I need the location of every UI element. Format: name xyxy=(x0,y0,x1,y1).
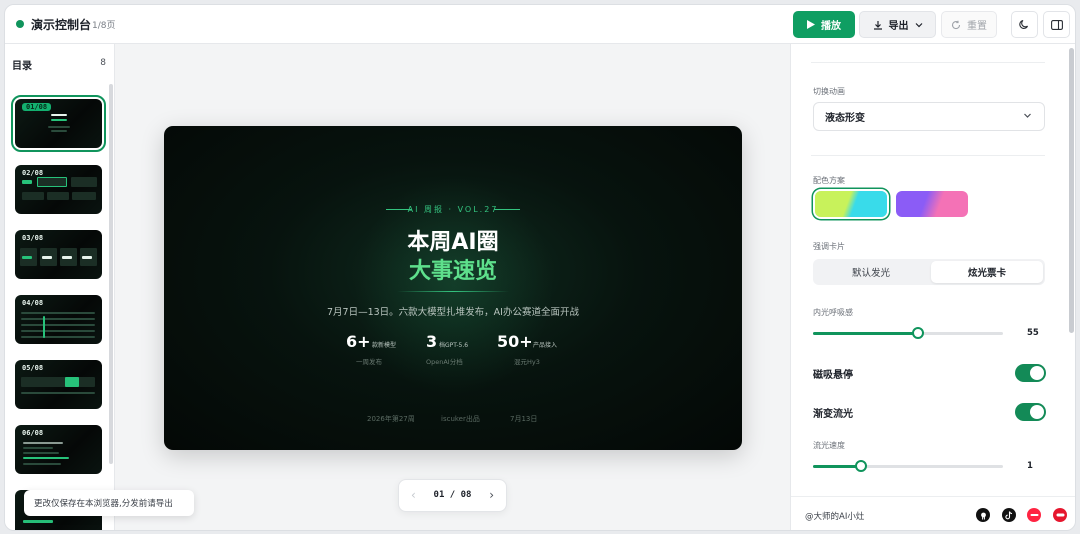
thumb-number: 01/08 xyxy=(22,103,52,111)
thumb-number: 03/08 xyxy=(22,234,44,242)
palette-swatch-lime-cyan[interactable] xyxy=(815,191,887,217)
transition-value: 液态形变 xyxy=(825,113,865,124)
slider-handle[interactable] xyxy=(855,460,867,472)
next-slide-chevron-icon[interactable]: › xyxy=(489,488,494,502)
stat-unit: 产品接入 xyxy=(533,342,558,349)
slider-handle[interactable] xyxy=(912,327,924,339)
slide-footer-date: 7月13日 xyxy=(510,415,538,423)
transition-select[interactable]: 液态形变 xyxy=(813,102,1045,131)
play-icon xyxy=(807,20,815,29)
slide-subtitle: 7月7日—13日。六款大模型扎堆发布，AI办公赛道全面开战 xyxy=(327,307,579,318)
toggle-knob xyxy=(1030,405,1044,419)
palette-swatch-violet-pink[interactable] xyxy=(896,191,968,217)
card-style-segmented: 默认发光 炫光票卡 xyxy=(813,259,1045,285)
panel-footer: @大师的AI小灶 xyxy=(791,496,1075,530)
toc-count: 8 xyxy=(100,58,106,68)
slide-thumb-5[interactable]: 05/08 xyxy=(15,360,102,409)
eyebrow-rule-right xyxy=(494,209,520,210)
gradient-flow-toggle[interactable] xyxy=(1015,403,1046,421)
card-option-default-glow[interactable]: 默认发光 xyxy=(815,261,927,283)
slide-footer-author: iscuker出品 xyxy=(441,415,480,423)
breath-label: 内光呼吸感 xyxy=(813,308,853,317)
title-divider xyxy=(397,291,509,292)
stat-value: 6+ xyxy=(346,332,371,351)
settings-panel: 切换动画 液态形变 配色方案 强调卡片 默认发光 炫光票卡 内光呼吸感 55 磁… xyxy=(790,44,1075,530)
slide-thumb-2[interactable]: 02/08 xyxy=(15,165,102,214)
stat-caption: 混元Hy3 xyxy=(514,358,540,366)
github-icon[interactable] xyxy=(976,508,990,522)
panel-toggle-button[interactable] xyxy=(1043,11,1070,38)
breath-slider[interactable] xyxy=(813,327,1003,339)
transition-label: 切换动画 xyxy=(813,87,845,96)
app-window: 演示控制台 1/8页 播放 导出 重置 目录 8 01/08 02/08 03/… xyxy=(4,4,1076,531)
breath-value: 55 xyxy=(1027,328,1039,338)
stat-caption: OpenAI分档 xyxy=(426,358,463,366)
panel-divider xyxy=(811,155,1045,156)
slide-thumb-4[interactable]: 04/08 xyxy=(15,295,102,344)
status-dot xyxy=(16,20,24,28)
sidebar-scrollbar[interactable] xyxy=(109,84,113,464)
speed-label: 流光速度 xyxy=(813,441,845,450)
save-notice-toast: 更改仅保存在本浏览器,分发前请导出 xyxy=(24,490,194,516)
magnet-hover-toggle[interactable] xyxy=(1015,364,1046,382)
chevron-down-icon xyxy=(915,22,922,27)
slide-thumb-3[interactable]: 03/08 xyxy=(15,230,102,279)
author-handle: @大师的AI小灶 xyxy=(805,512,865,522)
export-label: 导出 xyxy=(888,21,909,32)
stat-unit: 款新模型 xyxy=(372,342,397,349)
toggle-knob xyxy=(1030,366,1044,380)
refresh-icon xyxy=(951,20,961,29)
card-style-label: 强调卡片 xyxy=(813,242,845,251)
thumb-number: 06/08 xyxy=(22,429,44,437)
slide-footer-week: 2026年第27周 xyxy=(367,415,415,423)
thumb-number: 04/08 xyxy=(22,299,44,307)
speed-slider[interactable] xyxy=(813,460,1003,472)
sidebar-panel-icon xyxy=(1050,19,1063,30)
xiaohongshu-icon[interactable] xyxy=(1027,508,1041,522)
panel-divider xyxy=(811,62,1045,63)
download-icon xyxy=(873,20,882,30)
tiktok-icon[interactable] xyxy=(1002,508,1016,522)
reset-label: 重置 xyxy=(967,21,987,32)
moon-icon xyxy=(1019,19,1029,29)
top-bar: 演示控制台 1/8页 播放 导出 重置 xyxy=(5,5,1075,44)
slide-thumb-1[interactable]: 01/08 xyxy=(11,95,106,152)
slide-title-line2: 大事速览 xyxy=(408,259,497,284)
stat-caption: 一周发布 xyxy=(356,358,382,366)
stat-unit: 档GPT-5.6 xyxy=(439,342,469,349)
weibo-icon[interactable] xyxy=(1053,508,1067,522)
card-option-ticket[interactable]: 炫光票卡 xyxy=(931,261,1043,283)
palette-label: 配色方案 xyxy=(813,176,845,185)
toc-title: 目录 xyxy=(12,61,32,72)
thumb-number: 02/08 xyxy=(22,169,44,177)
gradient-flow-label: 渐变流光 xyxy=(813,409,853,420)
magnet-hover-label: 磁吸悬停 xyxy=(813,370,853,381)
speed-value: 1 xyxy=(1027,461,1033,471)
export-button[interactable]: 导出 xyxy=(859,11,936,38)
slider-fill xyxy=(813,332,918,335)
theme-toggle-button[interactable] xyxy=(1011,11,1038,38)
slide-thumb-6[interactable]: 06/08 xyxy=(15,425,102,474)
slide-title-line1: 本周AI圈 xyxy=(407,230,499,255)
slide-preview[interactable]: AI 周报 · VOL.27 本周AI圈 大事速览 7月7日—13日。六款大模型… xyxy=(164,126,742,450)
panel-scrollbar[interactable] xyxy=(1069,48,1074,333)
stat-value: 3 xyxy=(426,332,438,351)
play-label: 播放 xyxy=(821,21,841,32)
play-button[interactable]: 播放 xyxy=(793,11,855,38)
toc-sidebar: 目录 8 01/08 02/08 03/08 04/08 05/08 06/08 xyxy=(5,44,115,530)
page-count: 1/8页 xyxy=(92,21,116,31)
stat-value: 50+ xyxy=(497,332,533,351)
slide-pager: ‹ 01 / 08 › xyxy=(398,479,507,512)
app-title: 演示控制台 xyxy=(31,18,92,32)
slider-fill xyxy=(813,465,861,468)
thumb-number: 05/08 xyxy=(22,364,44,372)
chevron-down-icon xyxy=(1024,113,1031,118)
slide-eyebrow: AI 周报 · VOL.27 xyxy=(407,205,499,214)
reset-button[interactable]: 重置 xyxy=(941,11,997,38)
